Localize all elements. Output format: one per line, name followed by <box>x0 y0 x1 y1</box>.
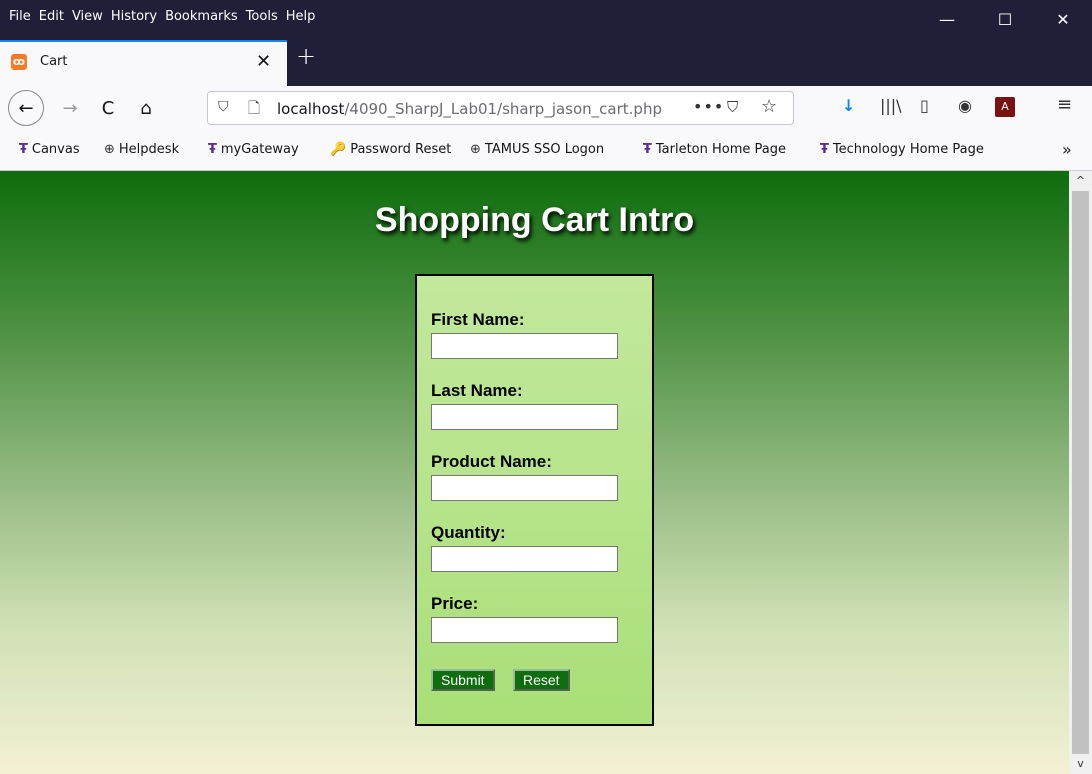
account-icon[interactable]: ◉ <box>958 96 972 115</box>
scrollbar-thumb[interactable] <box>1072 191 1089 754</box>
maximize-button[interactable]: ☐ <box>982 6 1028 32</box>
scroll-down-icon[interactable]: v <box>1069 754 1092 774</box>
bookmark-password-reset[interactable]: 🔑 Password Reset <box>330 142 451 157</box>
price-input[interactable] <box>431 617 618 643</box>
bookmark-label: Password Reset <box>350 142 452 157</box>
bookmark-label: TAMUS SSO Logon <box>484 142 605 157</box>
forward-button[interactable]: → <box>54 92 86 124</box>
quantity-input[interactable] <box>431 546 618 572</box>
minimize-button[interactable]: — <box>924 6 970 32</box>
page-title: Shopping Cart Intro <box>374 201 695 239</box>
bookmark-tarleton-home[interactable]: Ŧ Tarleton Home Page <box>643 142 786 157</box>
download-icon[interactable]: ↓ <box>842 96 855 115</box>
vertical-scrollbar[interactable]: ^ v <box>1069 171 1092 774</box>
cart-form: First Name: Last Name: Product Name: Qua… <box>415 274 654 726</box>
menu-file[interactable]: File <box>9 9 31 24</box>
bookmark-tamus-sso[interactable]: ⊕ TAMUS SSO Logon <box>470 142 604 157</box>
tab-bar: ꝏ Cart ✕ + <box>0 38 1092 86</box>
menu-help[interactable]: Help <box>286 9 316 24</box>
page-content: Shopping Cart Intro First Name: Last Nam… <box>0 171 1069 774</box>
title-bar: File Edit View History Bookmarks Tools H… <box>0 0 1092 38</box>
xampp-icon: ꝏ <box>11 54 27 70</box>
last-name-input[interactable] <box>431 404 618 430</box>
menu-edit[interactable]: Edit <box>39 9 64 24</box>
nav-bar: ← → C ⌂ ⛉ 🗋 localhost/4090_SharpJ_Lab01/… <box>0 86 1092 130</box>
product-name-input[interactable] <box>431 475 618 501</box>
bookmark-label: Helpdesk <box>118 142 180 157</box>
bookmark-technology-home[interactable]: Ŧ Technology Home Page <box>820 142 984 157</box>
sidebar-icon[interactable]: ▯ <box>920 96 929 115</box>
library-icon[interactable]: |||\ <box>880 96 902 115</box>
hamburger-menu-icon[interactable]: ≡ <box>1057 94 1072 115</box>
first-name-input[interactable] <box>431 333 618 359</box>
home-button[interactable]: ⌂ <box>130 92 162 124</box>
tarleton-icon: Ŧ <box>820 142 829 157</box>
page-actions-icon[interactable]: ••• <box>693 97 724 116</box>
tab-cart[interactable]: ꝏ Cart ✕ <box>0 40 287 86</box>
back-button[interactable]: ← <box>8 90 44 126</box>
submit-button[interactable]: Submit <box>431 669 495 691</box>
shield-icon[interactable]: ⛉ <box>218 99 229 115</box>
close-tab-icon[interactable]: ✕ <box>256 51 271 72</box>
page-icon: 🗋 <box>248 99 261 117</box>
close-window-button[interactable]: ✕ <box>1040 6 1086 32</box>
menu-view[interactable]: View <box>72 9 103 24</box>
menu-history[interactable]: History <box>111 9 157 24</box>
bookmark-label: Tarleton Home Page <box>655 142 787 157</box>
price-label: Price: <box>431 594 479 613</box>
menu-bar: File Edit View History Bookmarks Tools H… <box>9 9 315 24</box>
bookmark-label: myGateway <box>220 142 299 157</box>
reload-button[interactable]: C <box>92 92 124 124</box>
url-text[interactable]: localhost/4090_SharpJ_Lab01/sharp_jason_… <box>277 100 662 118</box>
reset-button[interactable]: Reset <box>513 669 570 691</box>
bookmarks-bar: Ŧ Canvas ⊕ Helpdesk Ŧ myGateway 🔑 Passwo… <box>0 130 1092 171</box>
globe-icon: ⊕ <box>104 142 115 157</box>
url-path: /4090_SharpJ_Lab01/sharp_jason_cart.php <box>344 100 662 118</box>
url-bar[interactable]: ⛉ 🗋 localhost/4090_SharpJ_Lab01/sharp_ja… <box>207 91 794 125</box>
tarleton-icon: Ŧ <box>208 142 217 157</box>
bookmark-mygateway[interactable]: Ŧ myGateway <box>208 142 299 157</box>
scroll-up-icon[interactable]: ^ <box>1069 171 1092 191</box>
pocket-icon[interactable]: ⛉ <box>727 98 738 116</box>
menu-bookmarks[interactable]: Bookmarks <box>165 9 238 24</box>
key-icon: 🔑 <box>330 142 347 157</box>
product-name-label: Product Name: <box>431 452 552 471</box>
bookmark-helpdesk[interactable]: ⊕ Helpdesk <box>104 142 179 157</box>
tab-title: Cart <box>40 54 68 69</box>
menu-tools[interactable]: Tools <box>246 9 278 24</box>
bookmark-star-icon[interactable]: ☆ <box>761 96 777 117</box>
bookmarks-overflow-icon[interactable]: » <box>1062 140 1072 159</box>
last-name-label: Last Name: <box>431 381 523 400</box>
url-host: localhost <box>277 100 345 118</box>
tarleton-icon: Ŧ <box>643 142 652 157</box>
quantity-label: Quantity: <box>431 523 506 542</box>
first-name-label: First Name: <box>431 310 525 329</box>
pdf-icon[interactable]: A <box>995 97 1015 117</box>
bookmark-label: Technology Home Page <box>832 142 984 157</box>
bookmark-label: Canvas <box>31 142 80 157</box>
tarleton-icon: Ŧ <box>19 142 28 157</box>
bookmark-canvas[interactable]: Ŧ Canvas <box>19 142 80 157</box>
globe-icon: ⊕ <box>470 142 481 157</box>
new-tab-button[interactable]: + <box>296 42 316 70</box>
